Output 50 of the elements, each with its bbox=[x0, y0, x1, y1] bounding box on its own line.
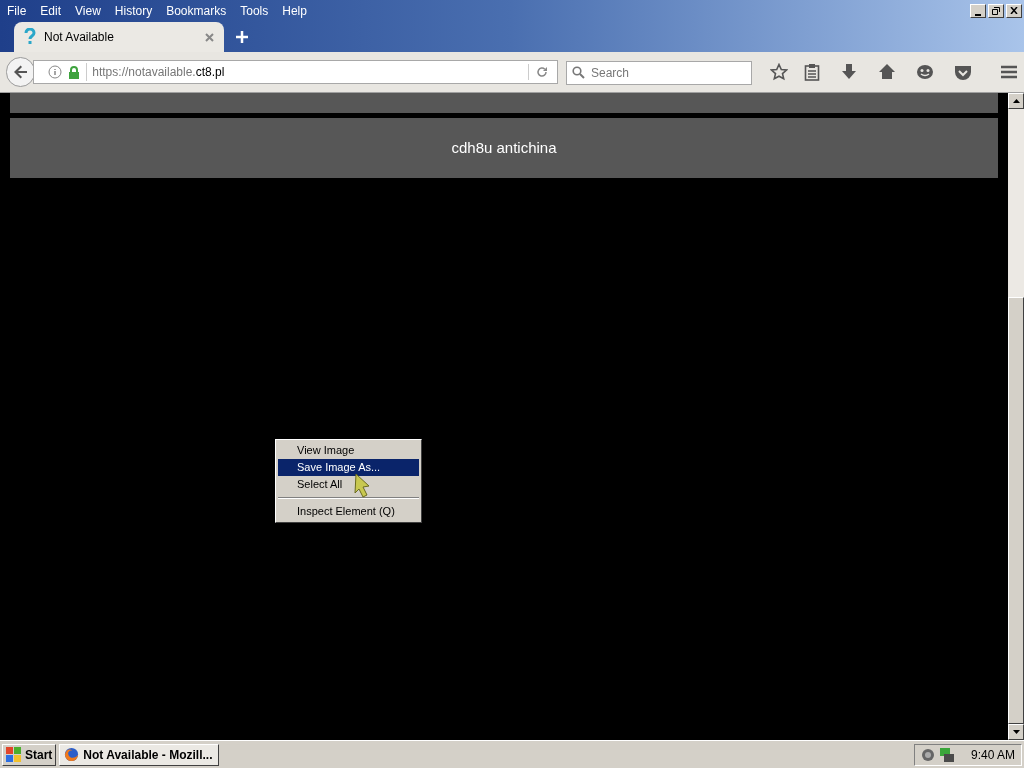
browser-tab[interactable]: Not Available bbox=[14, 22, 224, 52]
tab-title: Not Available bbox=[44, 29, 115, 46]
download-icon[interactable] bbox=[840, 63, 858, 81]
back-arrow-icon bbox=[12, 64, 29, 80]
clock: 9:40 AM bbox=[970, 746, 1015, 764]
start-button[interactable]: Start bbox=[2, 743, 57, 766]
minimize-button[interactable] bbox=[970, 3, 986, 18]
restore-button[interactable] bbox=[988, 3, 1004, 18]
down-arrow-icon bbox=[1012, 730, 1020, 734]
browser-logo-icon bbox=[64, 747, 80, 762]
info-icon bbox=[48, 65, 63, 79]
close-button[interactable] bbox=[1006, 3, 1022, 18]
clipboard-icon[interactable] bbox=[804, 63, 820, 81]
scrollbar-thumb[interactable] bbox=[1008, 297, 1024, 724]
menu-icon[interactable] bbox=[1000, 64, 1018, 80]
context-menu-item[interactable]: Save Image As... bbox=[278, 459, 419, 476]
star-icon[interactable] bbox=[770, 63, 788, 81]
menu-item[interactable]: Help bbox=[282, 1, 307, 20]
context-menu-item[interactable]: Select All bbox=[278, 476, 419, 493]
url-text: https://notavailable.ct8.pl bbox=[86, 63, 522, 81]
speaker-icon[interactable] bbox=[920, 747, 935, 762]
context-menu-item[interactable]: Inspect Element (Q) bbox=[278, 503, 419, 520]
taskbar-button[interactable]: Not Available - Mozill... bbox=[59, 743, 220, 766]
home-icon[interactable] bbox=[878, 63, 896, 81]
pocket-icon[interactable] bbox=[954, 63, 972, 81]
menu-item[interactable]: Bookmarks bbox=[166, 1, 227, 20]
menu-item[interactable]: Tools bbox=[240, 1, 269, 20]
scroll-up-button[interactable] bbox=[1008, 93, 1024, 109]
menu-item[interactable]: File bbox=[7, 1, 27, 20]
tab-close-icon[interactable] bbox=[205, 32, 214, 42]
search-field[interactable]: Search bbox=[566, 61, 752, 85]
address-bar[interactable]: https://notavailable.ct8.pl bbox=[33, 60, 558, 84]
close-icon bbox=[1010, 7, 1018, 14]
menu-item[interactable]: Edit bbox=[40, 1, 62, 20]
smiley-icon[interactable] bbox=[916, 64, 934, 80]
network-icon[interactable] bbox=[938, 746, 955, 763]
back-button[interactable] bbox=[6, 57, 36, 87]
banner-title: cdh8u antichina bbox=[451, 137, 557, 158]
restore-icon bbox=[992, 6, 1000, 15]
padlock-icon bbox=[68, 65, 81, 79]
search-icon bbox=[572, 66, 585, 79]
reload-icon[interactable] bbox=[535, 65, 549, 79]
menu-item[interactable]: View bbox=[75, 1, 101, 20]
windows-logo-icon bbox=[6, 747, 22, 762]
menu-item[interactable]: History bbox=[114, 1, 153, 20]
up-arrow-icon bbox=[1012, 99, 1020, 103]
scroll-down-button[interactable] bbox=[1008, 724, 1024, 740]
context-menu-item[interactable]: View Image bbox=[278, 442, 419, 459]
new-tab-icon[interactable] bbox=[236, 31, 248, 43]
question-mark-icon bbox=[24, 28, 36, 46]
